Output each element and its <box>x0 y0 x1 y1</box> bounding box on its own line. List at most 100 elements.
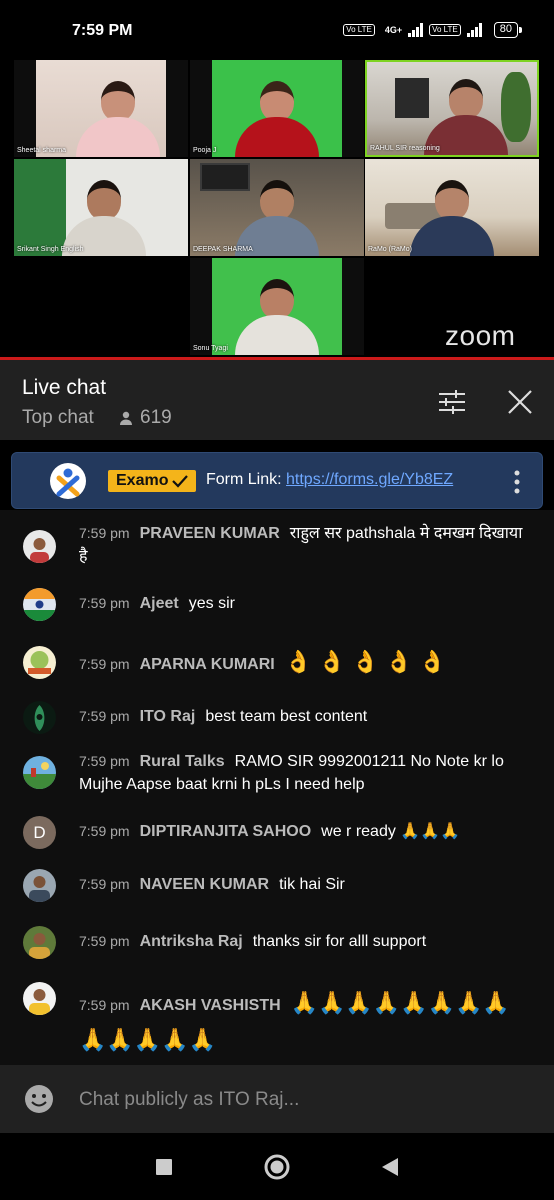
more-options-button[interactable] <box>514 470 520 494</box>
square-icon <box>156 1159 172 1175</box>
message-time: 7:59 pm <box>79 708 130 724</box>
message-author[interactable]: Ajeet <box>140 595 179 612</box>
participant-figure <box>423 79 508 155</box>
participant-figure <box>410 180 494 256</box>
participant-name: DEEPAK SHARMA <box>193 246 253 253</box>
recents-button[interactable] <box>150 1153 178 1181</box>
video-tile[interactable]: Sonu Tyagi <box>190 258 364 355</box>
volte-icon: Vo LTE <box>343 24 375 36</box>
participant-name: Sheetal sharma <box>17 147 67 154</box>
message-text: 7:59 pm Rural Talks RAMO SIR 9992001211 No… <box>79 750 534 796</box>
close-icon <box>508 390 532 414</box>
zoom-video-area[interactable]: Sheetal sharma Pooja J RAHUL SIR reasoni… <box>0 58 554 358</box>
video-tile-active-speaker[interactable]: RAHUL SIR reasoning <box>365 60 539 157</box>
message-author[interactable]: ITO Raj <box>140 708 196 725</box>
message-content: tik hai Sir <box>279 876 345 893</box>
network-type: 4G+ <box>384 25 403 35</box>
status-icons: Vo LTE 4G+ Vo LTE 80 <box>343 22 523 38</box>
pinned-text-label: Form Link: <box>206 471 287 488</box>
participant-name: Srikant Singh English <box>17 246 84 253</box>
filter-settings-button[interactable] <box>437 388 469 418</box>
emoji-button[interactable] <box>24 1084 54 1114</box>
avatar-letter: D <box>33 822 46 842</box>
viewer-count: 619 <box>118 407 172 429</box>
video-tile[interactable]: DEEPAK SHARMA <box>190 159 364 256</box>
form-link[interactable]: https://forms.gle/Yb8EZ <box>286 471 453 488</box>
avatar[interactable] <box>23 646 56 679</box>
signal-icon <box>408 23 424 37</box>
participant-name: Pooja J <box>193 147 217 154</box>
video-tile[interactable]: Pooja J <box>190 60 364 157</box>
message-text: 7:59 pm AKASH VASHISTH 🙏🙏🙏🙏🙏🙏🙏🙏🙏🙏🙏🙏🙏 <box>79 986 534 1060</box>
participant-figure <box>76 81 161 157</box>
avatar[interactable] <box>23 982 56 1015</box>
zoom-logo: zoom <box>445 320 516 351</box>
message-author[interactable]: APARNA KUMARI <box>140 656 275 673</box>
message-text: 7:59 pm ITO Raj best team best content <box>79 705 534 728</box>
message-time: 7:59 pm <box>79 525 130 541</box>
message-text: 7:59 pm APARNA KUMARI 👌 👌 👌 👌 👌 <box>79 650 534 676</box>
avatar[interactable] <box>23 926 56 959</box>
video-tile[interactable]: Srikant Singh English <box>14 159 188 256</box>
message-time: 7:59 pm <box>79 823 130 839</box>
participant-figure <box>235 180 319 256</box>
message-content: we r ready 🙏🙏🙏 <box>321 823 461 840</box>
pinned-message[interactable]: Examo Form Link: https://forms.gle/Yb8EZ <box>11 452 543 509</box>
avatar[interactable]: D <box>23 816 56 849</box>
message-content: best team best content <box>205 708 368 725</box>
video-tile[interactable]: RaMo (RaMo) <box>365 159 539 256</box>
avatar[interactable] <box>23 588 56 621</box>
message-text: 7:59 pm Antriksha Raj thanks sir for alll … <box>79 930 534 953</box>
avatar[interactable] <box>23 530 56 563</box>
examo-logo <box>50 463 86 499</box>
kebab-menu-icon <box>514 470 520 494</box>
message-author[interactable]: PRAVEEN KUMAR <box>140 525 280 542</box>
sliders-icon <box>439 390 465 414</box>
volte-icon-2: Vo LTE <box>429 24 461 36</box>
chat-input-bar <box>0 1065 554 1133</box>
participant-figure <box>235 279 319 355</box>
participant-name: RAHUL SIR reasoning <box>370 145 440 152</box>
message-author[interactable]: Rural Talks <box>140 753 225 770</box>
message-time: 7:59 pm <box>79 933 130 949</box>
message-text: 7:59 pm NAVEEN KUMAR tik hai Sir <box>79 873 534 896</box>
close-chat-button[interactable] <box>506 388 538 418</box>
message-time: 7:59 pm <box>79 656 130 672</box>
examo-verified-badge: Examo <box>108 470 197 492</box>
message-author[interactable]: NAVEEN KUMAR <box>140 876 269 893</box>
chat-title: Live chat <box>22 376 107 399</box>
pinned-text: Form Link: https://forms.gle/Yb8EZ <box>206 471 488 489</box>
status-time: 7:59 PM <box>72 22 133 39</box>
home-button[interactable] <box>263 1153 291 1181</box>
message-content: thanks sir for alll support <box>252 933 427 950</box>
message-author[interactable]: Antriksha Raj <box>140 933 243 950</box>
back-button[interactable] <box>376 1153 404 1181</box>
participant-name: Sonu Tyagi <box>193 345 228 352</box>
participant-name: RaMo (RaMo) <box>368 246 412 253</box>
message-content: yes sir <box>188 595 235 612</box>
emoji-icon <box>25 1085 53 1113</box>
avatar[interactable] <box>23 869 56 902</box>
participant-figure <box>62 180 147 256</box>
signal-icon-2 <box>466 23 482 37</box>
message-text: 7:59 pm PRAVEEN KUMAR राहुल सर pathshala म… <box>79 522 534 568</box>
viewer-count-value: 619 <box>140 407 172 428</box>
badge-label: Examo <box>116 472 169 489</box>
triangle-back-icon <box>382 1158 398 1176</box>
chat-header: Live chat Top chat 619 <box>0 360 554 440</box>
video-tile[interactable]: Sheetal sharma <box>14 60 188 157</box>
message-time: 7:59 pm <box>79 595 130 611</box>
avatar[interactable] <box>23 701 56 734</box>
chat-input[interactable] <box>79 1087 519 1113</box>
status-bar: 7:59 PM Vo LTE 4G+ Vo LTE 80 <box>0 0 554 60</box>
avatar[interactable] <box>23 756 56 789</box>
chat-message-list[interactable]: 7:59 pm PRAVEEN KUMAR राहुल सर pathshala म… <box>0 510 554 1065</box>
checkmark-icon <box>172 475 189 488</box>
message-time: 7:59 pm <box>79 876 130 892</box>
person-icon <box>120 411 132 425</box>
message-author[interactable]: DIPTIRANJITA SAHOO <box>140 823 312 840</box>
chat-mode-selector[interactable]: Top chat <box>22 407 94 429</box>
circle-icon <box>264 1154 290 1180</box>
message-content: 👌 👌 👌 👌 👌 <box>284 649 447 674</box>
message-author[interactable]: AKASH VASHISTH <box>140 997 281 1014</box>
